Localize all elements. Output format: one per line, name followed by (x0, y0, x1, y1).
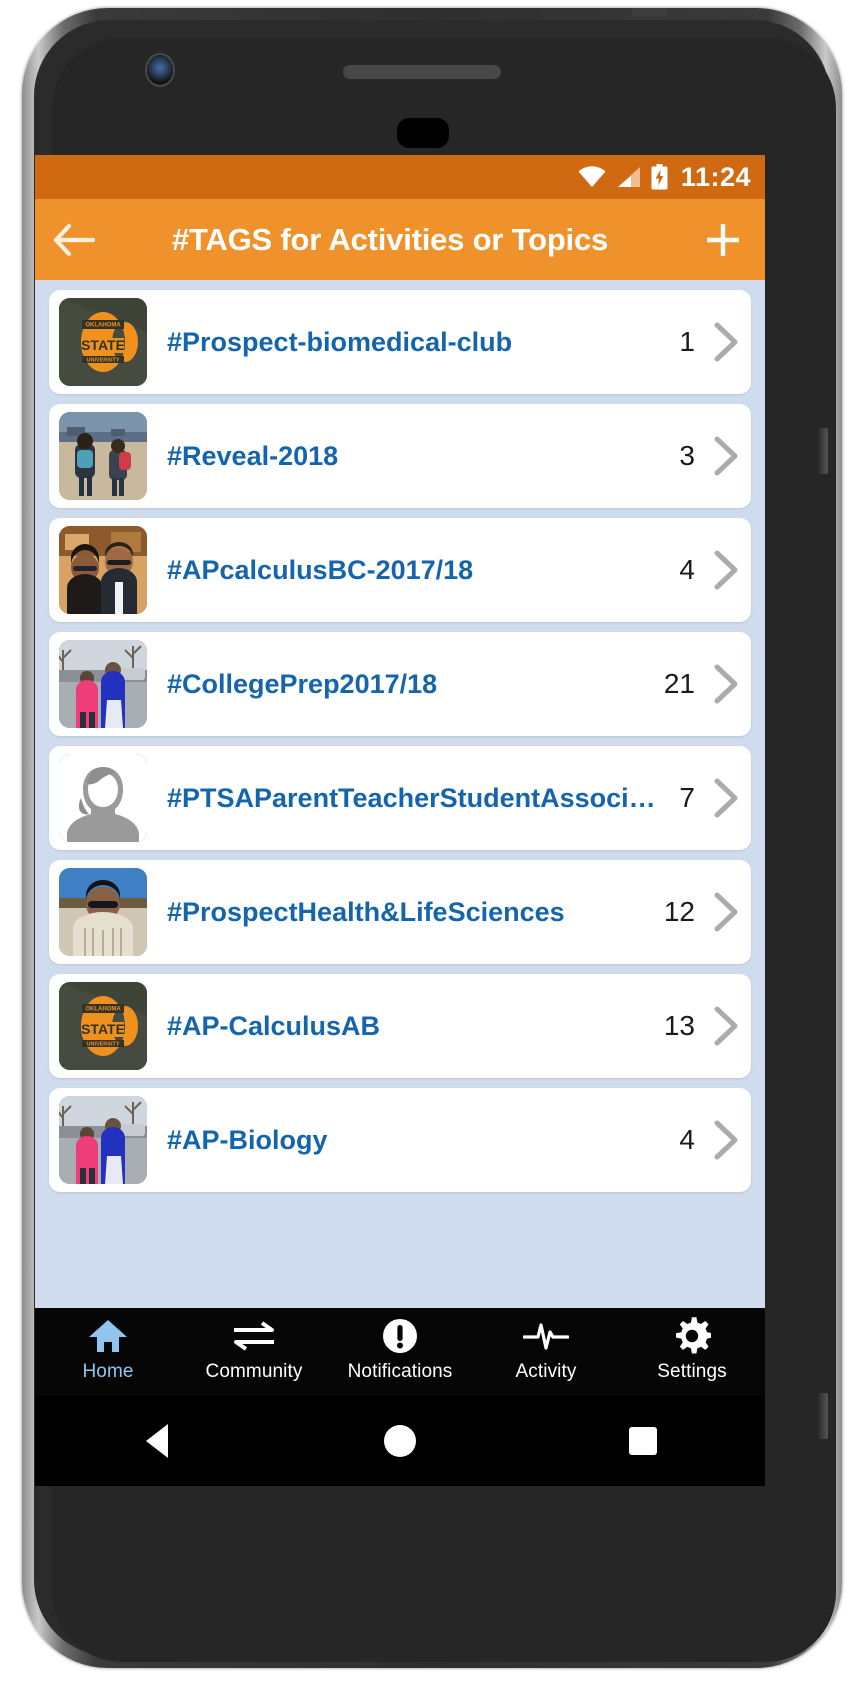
plus-icon (707, 223, 739, 256)
tag-thumbnail (59, 1096, 147, 1184)
nav-item-label: Settings (657, 1361, 727, 1382)
table-row[interactable]: #ProspectHealth&LifeSciences 12 (49, 860, 751, 964)
table-row[interactable]: #Reveal-2018 3 (49, 404, 751, 508)
exchange-arrows-icon (232, 1318, 276, 1354)
tag-label: #Prospect-biomedical-club (167, 326, 513, 357)
nav-item-community[interactable]: Community (181, 1308, 327, 1383)
tag-count: 21 (663, 668, 695, 699)
tag-count: 1 (679, 326, 695, 357)
tag-thumbnail (59, 526, 147, 614)
tag-label: #Reveal-2018 (167, 440, 339, 471)
tag-count: 7 (679, 782, 695, 813)
nav-item-activity[interactable]: Activity (473, 1308, 619, 1383)
svg-text:STATE: STATE (81, 1021, 125, 1037)
tag-count: 4 (679, 554, 695, 585)
nav-item-label: Community (205, 1361, 303, 1382)
proximity-sensor (397, 118, 449, 148)
tag-thumbnail (59, 868, 147, 956)
chevron-right-icon[interactable] (713, 892, 739, 932)
chevron-right-icon[interactable] (713, 1120, 739, 1160)
nav-item-settings[interactable]: Settings (619, 1308, 765, 1383)
system-back-button[interactable] (35, 1424, 278, 1458)
status-bar-time: 11:24 (680, 161, 751, 192)
chevron-right-icon[interactable] (713, 664, 739, 704)
triangle-back-icon (145, 1424, 168, 1458)
nav-item-label: Home (82, 1361, 134, 1382)
tag-count: 4 (679, 1124, 695, 1155)
front-camera-icon (147, 55, 173, 85)
nav-item-notifications[interactable]: Notifications (327, 1308, 473, 1383)
nav-item-home[interactable]: Home (35, 1308, 181, 1383)
tag-label: #CollegePrep2017/18 (167, 668, 438, 699)
phone-screen: 11:24 #TAGS for Activities or Topics OKL… (35, 155, 765, 1390)
circle-home-icon (383, 1425, 416, 1457)
nav-item-label: Notifications (347, 1361, 453, 1382)
earpiece-speaker (343, 65, 501, 79)
square-recents-icon (629, 1427, 658, 1455)
nav-item-label: Activity (515, 1361, 577, 1382)
exclamation-circle-icon (382, 1318, 418, 1354)
svg-text:UNIVERSITY: UNIVERSITY (86, 358, 119, 364)
gear-icon (673, 1317, 711, 1354)
table-row[interactable]: #CollegePrep2017/18 21 (49, 632, 751, 736)
svg-text:OKLAHOMA: OKLAHOMA (85, 323, 121, 329)
cellular-signal-icon (617, 167, 640, 187)
system-recents-button[interactable] (522, 1427, 765, 1455)
svg-text:STATE: STATE (81, 337, 125, 353)
add-tag-button[interactable] (681, 220, 765, 260)
tag-thumbnail (59, 754, 147, 842)
tag-label: #AP-Biology (167, 1124, 328, 1155)
tag-label: #PTSAParentTeacherStudentAssoci… (167, 782, 656, 813)
antenna-band (632, 8, 666, 16)
table-row[interactable]: #APcalculusBC-2017/18 4 (49, 518, 751, 622)
tag-thumbnail (59, 640, 147, 728)
chevron-right-icon[interactable] (713, 550, 739, 590)
tag-count: 12 (663, 896, 695, 927)
system-home-button[interactable] (278, 1425, 521, 1457)
tag-thumbnail (59, 412, 147, 500)
chevron-right-icon[interactable] (713, 322, 739, 362)
tag-thumbnail: OKLAHOMA STATE UNIVERSITY (59, 298, 147, 386)
table-row[interactable]: #AP-Biology 4 (49, 1088, 751, 1192)
status-bar: 11:24 (35, 155, 765, 199)
tag-count: 3 (679, 440, 695, 471)
tag-thumbnail: OKLAHOMA STATE UNIVERSITY (59, 982, 147, 1070)
table-row[interactable]: OKLAHOMA STATE UNIVERSITY #Prospect-biom… (49, 290, 751, 394)
table-row[interactable]: #PTSAParentTeacherStudentAssoci… 7 (49, 746, 751, 850)
tag-label: #ProspectHealth&LifeSciences (167, 896, 565, 927)
page-title: #TAGS for Activities or Topics (171, 221, 609, 257)
android-system-navigation-bar (35, 1396, 765, 1486)
chevron-right-icon[interactable] (713, 1006, 739, 1046)
app-bar: #TAGS for Activities or Topics (35, 199, 765, 280)
side-button-lower-right[interactable] (818, 1393, 828, 1439)
bottom-navigation-bar: Home Community Notifications Activity Se… (35, 1308, 765, 1396)
heartbeat-pulse-icon (523, 1318, 569, 1354)
power-button[interactable] (818, 428, 828, 474)
tag-count: 13 (663, 1010, 695, 1041)
battery-charging-icon (651, 164, 668, 190)
svg-text:OKLAHOMA: OKLAHOMA (85, 1007, 121, 1013)
tag-label: #APcalculusBC-2017/18 (167, 554, 474, 585)
table-row[interactable]: OKLAHOMA STATE UNIVERSITY #AP-CalculusAB… (49, 974, 751, 1078)
chevron-right-icon[interactable] (713, 436, 739, 476)
svg-text:UNIVERSITY: UNIVERSITY (86, 1042, 119, 1048)
tag-list[interactable]: OKLAHOMA STATE UNIVERSITY #Prospect-biom… (35, 280, 765, 1390)
chevron-right-icon[interactable] (713, 778, 739, 818)
back-arrow-icon (53, 223, 95, 256)
wifi-icon (578, 166, 606, 187)
tag-label: #AP-CalculusAB (167, 1010, 381, 1041)
home-icon (88, 1318, 128, 1354)
